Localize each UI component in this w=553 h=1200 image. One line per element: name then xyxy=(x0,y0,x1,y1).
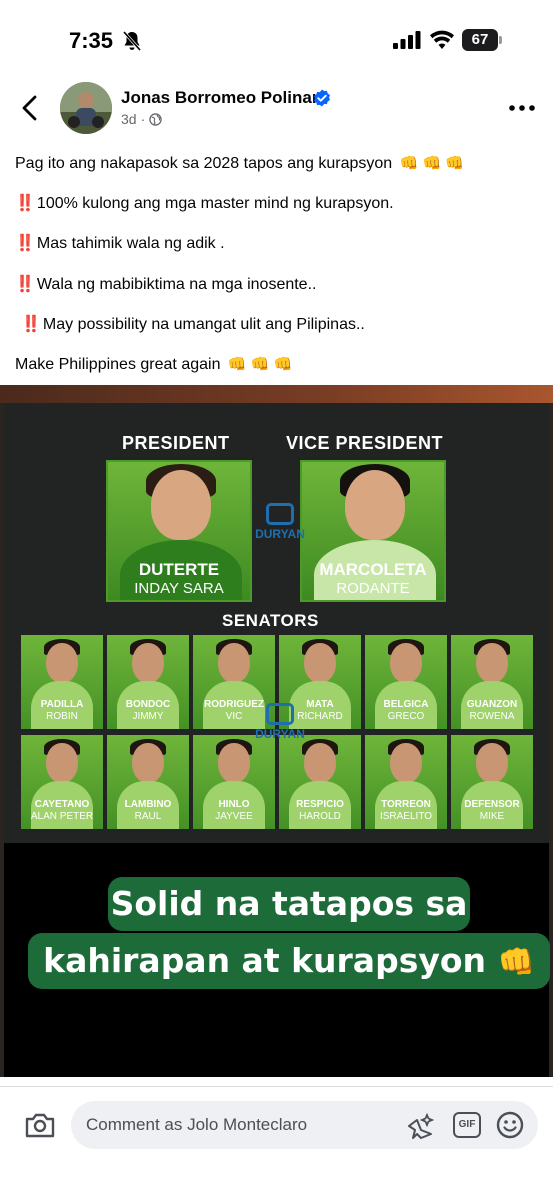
senator-first-name: JIMMY xyxy=(132,711,164,722)
senator-last-name: DEFENSOR xyxy=(464,799,520,810)
senator-card: CAYETANO ALAN PETER xyxy=(21,735,103,829)
banner-area: Solid na tatapos sa kahirapan at kurapsy… xyxy=(4,843,550,1077)
senator-card: BONDOC JIMMY xyxy=(107,635,189,729)
senator-card: RESPICIO HAROLD xyxy=(279,735,361,829)
senator-card: BELGICA GRECO xyxy=(365,635,447,729)
status-bar: 7:35 67 xyxy=(0,0,553,80)
senator-last-name: TORREON xyxy=(381,799,431,810)
senator-first-name: RAUL xyxy=(134,811,162,822)
senator-first-name: ROBIN xyxy=(46,711,78,722)
senator-first-name: ROWENA xyxy=(469,711,515,722)
president-card: DUTERTE INDAY SARA xyxy=(106,460,252,602)
senator-card: GUANZON ROWENA xyxy=(451,635,533,729)
senator-card: DEFENSOR MIKE xyxy=(451,735,533,829)
double-exclamation-icon: ‼️ xyxy=(15,235,35,252)
comment-placeholder: Comment as Jolo Monteclaro xyxy=(86,1115,308,1134)
caption-line: ‼️ Wala ng mabibiktima na mga inosente.. xyxy=(15,276,317,293)
battery-icon: 67 xyxy=(462,29,502,51)
senator-card: TORREON ISRAELITO xyxy=(365,735,447,829)
post-meta: 3d · xyxy=(121,111,162,127)
caption-line: Make Philippines great again 👊 👊 👊 xyxy=(15,356,293,373)
senator-last-name: BONDOC xyxy=(125,699,171,710)
senator-last-name: BELGICA xyxy=(383,699,429,710)
senator-card: HINLO JAYVEE xyxy=(193,735,275,829)
post-age: 3d xyxy=(121,111,137,127)
double-exclamation-icon: ‼️ xyxy=(15,195,35,212)
senator-card: PADILLA ROBIN xyxy=(21,635,103,729)
back-arrow-icon[interactable] xyxy=(18,94,42,122)
meta-separator: · xyxy=(140,111,146,127)
double-exclamation-icon: ‼️ xyxy=(15,276,35,293)
slogan-banner-line1: Solid na tatapos sa xyxy=(108,877,470,931)
senator-last-name: HINLO xyxy=(218,799,250,810)
comment-input[interactable]: Comment as Jolo Monteclaro GIF xyxy=(71,1101,538,1149)
president-heading: PRESIDENT xyxy=(122,433,230,453)
gif-button[interactable]: GIF xyxy=(453,1112,481,1138)
fist-emoji-icon: 👊 👊 👊 xyxy=(227,356,293,373)
senator-last-name: PADILLA xyxy=(40,699,84,710)
more-options-icon[interactable] xyxy=(508,98,536,118)
fist-emoji-icon: 👊 👊 👊 xyxy=(399,155,464,172)
post-image[interactable]: PRESIDENT VICE PRESIDENT DUTERTE INDAY S… xyxy=(0,385,553,1077)
author-name[interactable]: Jonas Borromeo Polinar xyxy=(121,88,318,108)
slogan-banner-line2: kahirapan at kurapsyon 👊 xyxy=(28,933,550,989)
senator-first-name: ISRAELITO xyxy=(379,811,433,822)
globe-icon xyxy=(149,112,162,126)
senator-card: LAMBINO RAUL xyxy=(107,735,189,829)
senator-last-name: LAMBINO xyxy=(124,799,172,810)
senator-last-name: GUANZON xyxy=(466,699,518,710)
caption-line: ‼️ 100% kulong ang mga master mind ng kur… xyxy=(15,195,394,212)
author-avatar[interactable] xyxy=(60,82,112,134)
avatar-sticker-icon[interactable] xyxy=(407,1112,437,1140)
vice-president-card: MARCOLETA RODANTE xyxy=(300,460,446,602)
vice-president-heading: VICE PRESIDENT xyxy=(286,433,444,453)
comment-bar: Comment as Jolo Monteclaro GIF xyxy=(0,1086,553,1200)
senator-last-name: CAYETANO xyxy=(34,799,90,810)
camera-watermark-icon xyxy=(266,503,294,525)
wifi-icon xyxy=(430,30,454,49)
battery-level: 67 xyxy=(462,29,498,51)
cellular-signal-icon xyxy=(393,31,421,49)
camera-watermark-icon xyxy=(266,703,294,725)
candidate-poster: PRESIDENT VICE PRESIDENT DUTERTE INDAY S… xyxy=(4,403,549,843)
senator-first-name: ALAN PETER xyxy=(30,811,94,822)
senator-last-name: RESPICIO xyxy=(296,799,344,810)
caption-line: ‼️ Mas tahimik wala ng adik . xyxy=(15,235,225,252)
senators-heading: SENATORS xyxy=(222,611,319,630)
senator-first-name: MIKE xyxy=(479,811,505,822)
double-exclamation-icon: ‼️ xyxy=(21,316,41,333)
senator-first-name: GRECO xyxy=(387,711,425,722)
caption-line: ‼️ May possibility na umangat ulit ang Pi… xyxy=(21,316,365,333)
caption-line: Pag ito ang nakapasok sa 2028 tapos ang … xyxy=(15,155,464,172)
camera-icon[interactable] xyxy=(24,1111,56,1139)
bell-muted-icon xyxy=(122,31,142,51)
duryan-stories-watermark: DURYAN xyxy=(240,503,320,541)
status-time: 7:35 xyxy=(69,28,114,53)
duryan-stories-watermark: DURYAN xyxy=(240,703,320,741)
fist-emoji-icon: 👊 xyxy=(497,945,535,980)
senator-first-name: JAYVEE xyxy=(215,811,253,822)
verified-badge-icon xyxy=(314,89,330,107)
senator-first-name: HAROLD xyxy=(299,811,341,822)
emoji-icon[interactable] xyxy=(496,1111,524,1139)
